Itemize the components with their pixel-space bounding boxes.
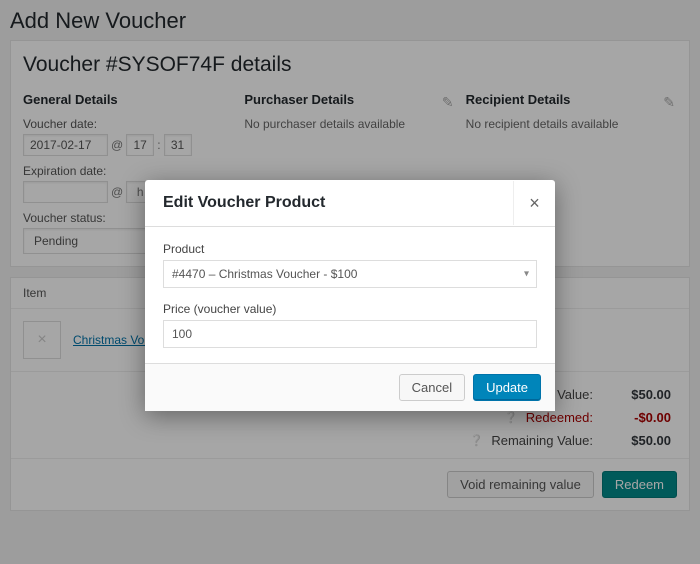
edit-voucher-modal: Edit Voucher Product × Product #4470 – C… bbox=[145, 180, 555, 411]
price-label: Price (voucher value) bbox=[163, 302, 537, 316]
close-icon[interactable]: × bbox=[513, 181, 555, 225]
product-label: Product bbox=[163, 242, 537, 256]
cancel-button[interactable]: Cancel bbox=[399, 374, 465, 401]
modal-title: Edit Voucher Product bbox=[163, 194, 325, 212]
product-select[interactable]: #4470 – Christmas Voucher - $100 bbox=[163, 260, 537, 288]
update-button[interactable]: Update bbox=[473, 374, 541, 401]
price-input[interactable] bbox=[163, 320, 537, 348]
modal-overlay[interactable]: Edit Voucher Product × Product #4470 – C… bbox=[0, 0, 700, 564]
